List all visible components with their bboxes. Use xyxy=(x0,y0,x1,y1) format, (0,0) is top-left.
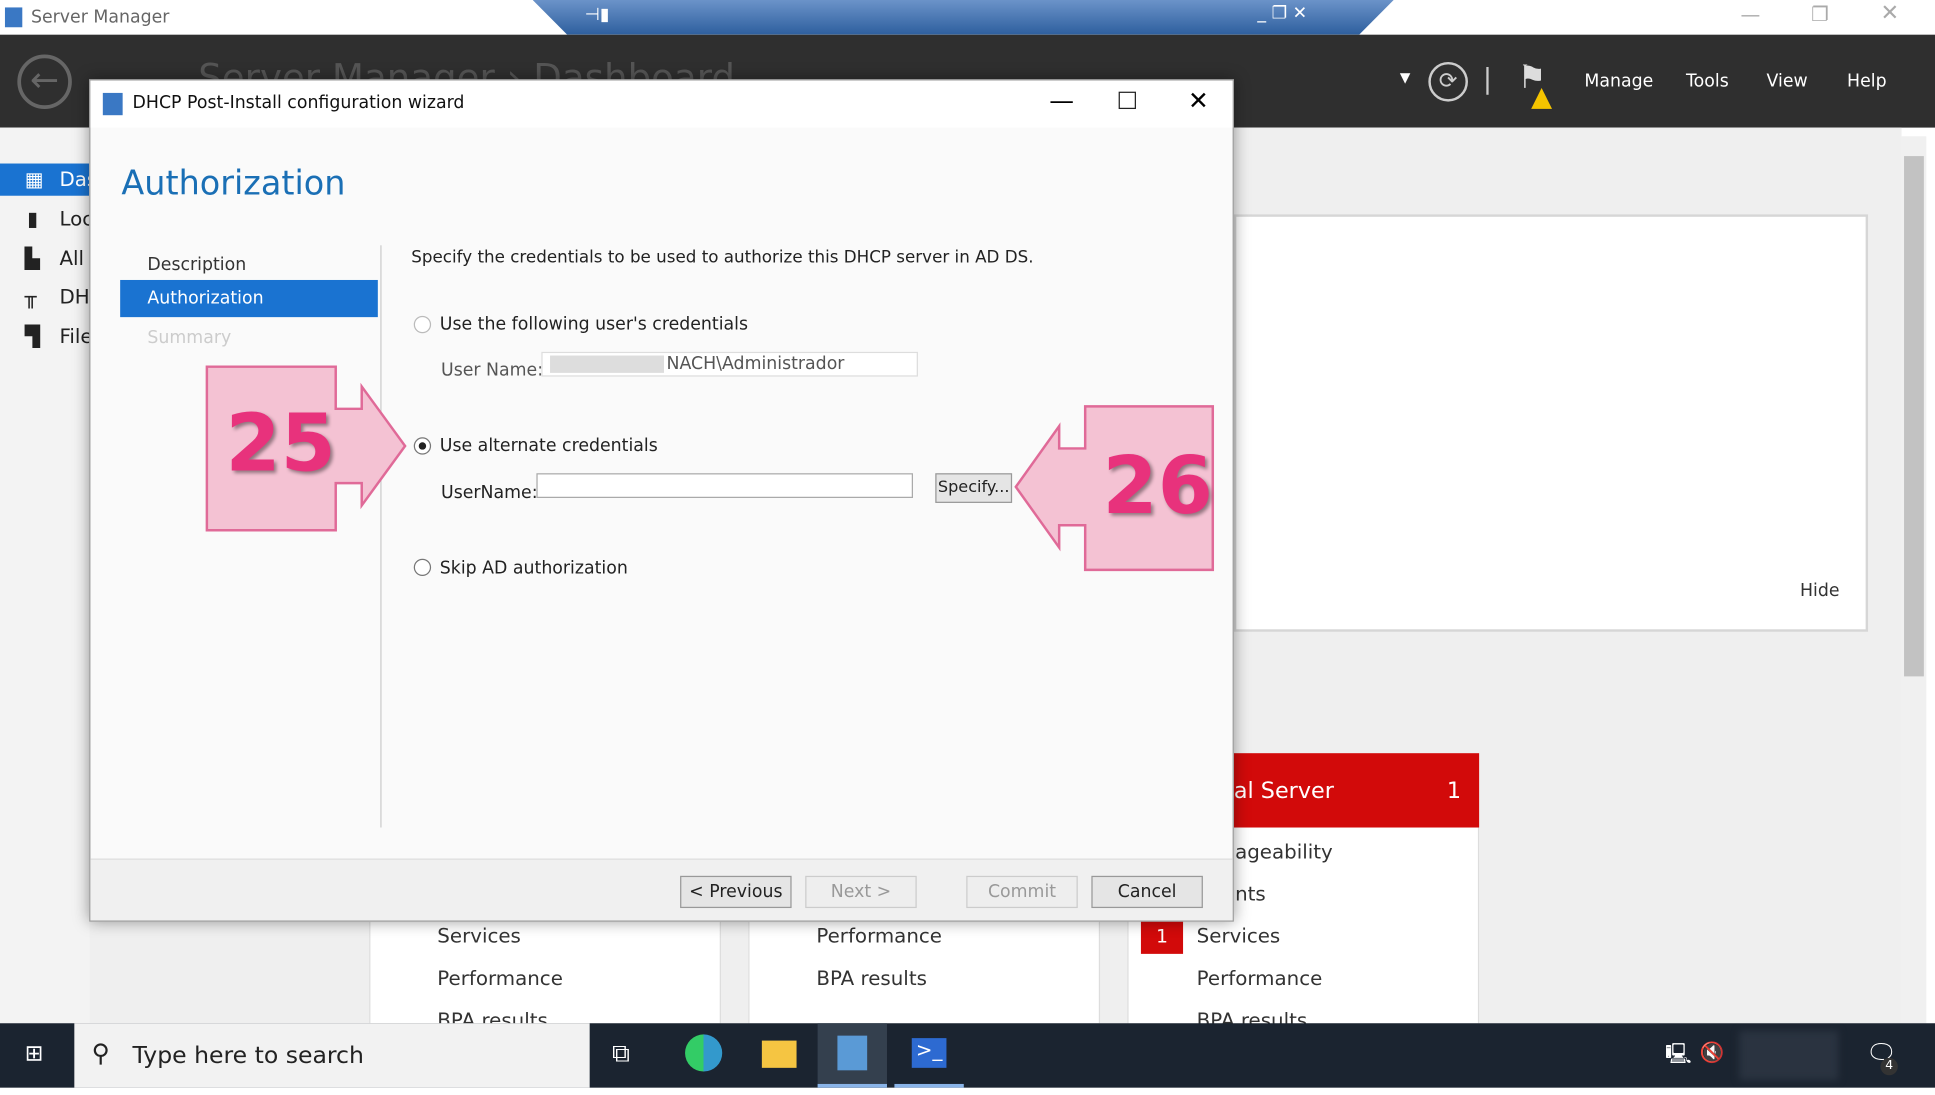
annotation-arrows xyxy=(205,365,1215,572)
powershell-taskbar-button[interactable]: >_ xyxy=(894,1023,964,1088)
file-explorer-icon[interactable] xyxy=(761,1040,797,1068)
task-view-icon[interactable]: ⧉ xyxy=(612,1038,630,1068)
server-manager-icon xyxy=(837,1035,868,1071)
volume-muted-icon[interactable]: 🔇 xyxy=(1700,1041,1725,1065)
network-icon[interactable]: 🖳 xyxy=(1665,1041,1691,1074)
server-manager-taskbar-button[interactable] xyxy=(817,1023,887,1088)
search-icon: ⚲ xyxy=(91,1038,110,1068)
annotation-26: 26 xyxy=(1102,441,1213,533)
search-placeholder: Type here to search xyxy=(132,1041,364,1070)
edge-icon[interactable] xyxy=(685,1034,723,1072)
taskbar-search-box[interactable]: ⚲ Type here to search xyxy=(74,1023,590,1088)
annotation-25: 25 xyxy=(225,398,336,491)
notification-count: 4 xyxy=(1880,1057,1898,1076)
powershell-icon: >_ xyxy=(911,1038,947,1068)
start-button[interactable]: ⊞ xyxy=(25,1041,44,1067)
clock-redacted[interactable] xyxy=(1739,1030,1839,1081)
